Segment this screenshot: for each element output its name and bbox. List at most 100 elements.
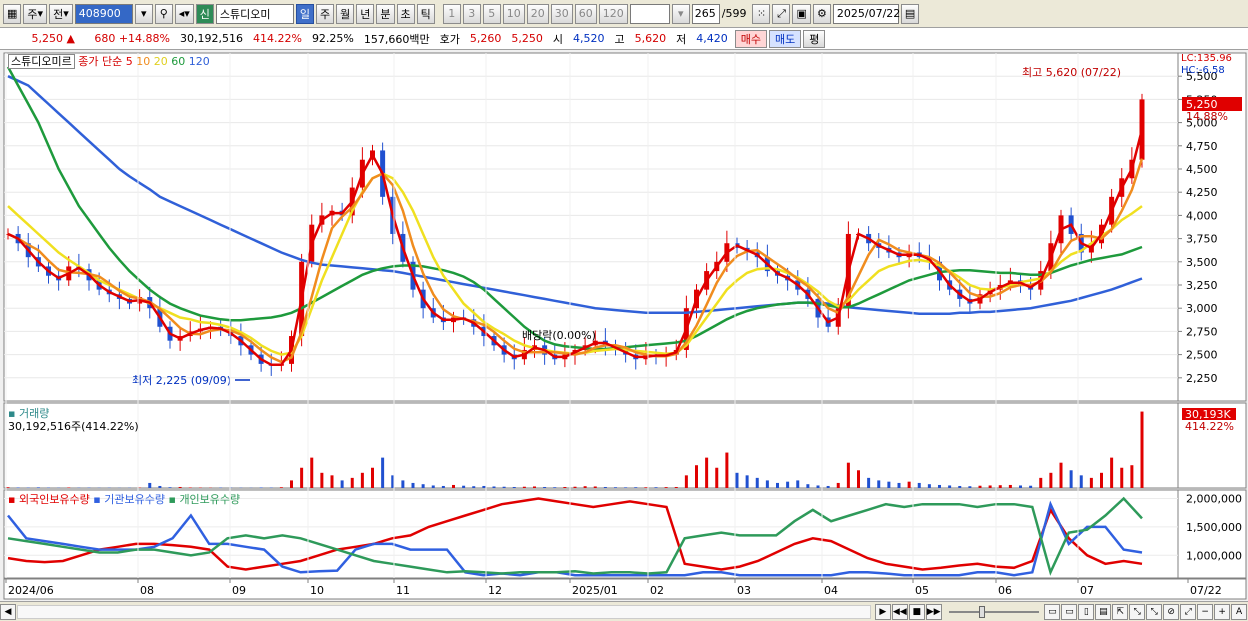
volume-bar bbox=[502, 486, 506, 488]
tool-icon-5[interactable]: ⤢ bbox=[1180, 603, 1197, 620]
zoom-slider[interactable] bbox=[948, 605, 1039, 618]
volume-bar bbox=[705, 457, 709, 488]
save-icon[interactable]: ▣ bbox=[792, 3, 811, 24]
volume-bar bbox=[806, 484, 810, 488]
zoom-out-icon[interactable]: − bbox=[1197, 603, 1214, 620]
zoom-slider-handle[interactable] bbox=[978, 605, 985, 618]
zoom-in-icon[interactable]: + bbox=[1214, 603, 1231, 620]
stock-code-input[interactable]: 408900 bbox=[74, 3, 133, 24]
volume-ratio: 414.22% bbox=[252, 32, 302, 45]
volume-bar bbox=[695, 465, 698, 488]
period-week[interactable]: 주 bbox=[316, 3, 335, 24]
chart-canvas[interactable]: 5,5005,2505,0004,7504,5004,2504,0003,750… bbox=[0, 51, 1248, 601]
interval-1[interactable]: 1 bbox=[442, 3, 461, 24]
volume-bar bbox=[1049, 472, 1053, 488]
volume-bar bbox=[593, 486, 597, 488]
tool-icon-3[interactable]: ⤡ bbox=[1146, 603, 1163, 620]
sound-icon[interactable]: ◂▾ bbox=[174, 3, 194, 24]
high-annotation: 최고 5,620 (07/22) bbox=[1022, 66, 1121, 79]
sell-button[interactable]: 매도 bbox=[769, 29, 802, 48]
font-size-icon[interactable]: A bbox=[1231, 603, 1248, 620]
rewind-icon[interactable]: ◀◀ bbox=[891, 603, 908, 620]
grid-icon[interactable]: ⁙ bbox=[752, 3, 771, 24]
volume-bar bbox=[563, 486, 567, 488]
period-second[interactable]: 초 bbox=[396, 3, 415, 24]
bottom-bar: ◀ ▶ ◀◀ ■ ▶▶ ▭ ▭ ▯ ▤ ⇱ ⤡ ⤡ ⊘ ⤢ − + A bbox=[0, 601, 1248, 621]
volume-bar bbox=[431, 485, 435, 488]
layout-icon-2[interactable]: ▭ bbox=[1061, 603, 1078, 620]
volume-bar bbox=[543, 486, 547, 488]
total-count: /599 bbox=[721, 7, 747, 20]
interval-3[interactable]: 3 bbox=[462, 3, 481, 24]
chart-type-icon[interactable]: ▦ bbox=[3, 3, 22, 24]
x-tick-label: 12 bbox=[488, 584, 502, 597]
tool-icon-1[interactable]: ⇱ bbox=[1112, 603, 1129, 620]
period-month[interactable]: 월 bbox=[336, 3, 355, 24]
interval-custom-input[interactable] bbox=[629, 3, 670, 24]
interval-5[interactable]: 5 bbox=[482, 3, 501, 24]
volume-legend-value: 30,192,516주(414.22%) bbox=[8, 420, 139, 433]
interval-120[interactable]: 120 bbox=[598, 3, 628, 24]
period-day[interactable]: 일 bbox=[295, 3, 315, 24]
volume-bar bbox=[978, 485, 982, 488]
ma5-label: 5 bbox=[125, 55, 133, 68]
volume-bar bbox=[371, 467, 374, 488]
period-tick[interactable]: 틱 bbox=[416, 3, 435, 24]
interval-dropdown-icon[interactable]: ▾ bbox=[671, 3, 690, 24]
gear-icon[interactable]: ⚙ bbox=[812, 3, 831, 24]
volume-bar bbox=[1039, 477, 1043, 488]
interval-20[interactable]: 20 bbox=[526, 3, 549, 24]
search-icon[interactable]: ⚲ bbox=[154, 3, 173, 24]
low-label: 저 bbox=[676, 32, 687, 46]
draw-tool-icon[interactable]: ⤢ bbox=[772, 3, 791, 24]
volume-bar bbox=[624, 487, 628, 488]
ma-label: 종가 단순 bbox=[78, 55, 123, 68]
tool-icon-2[interactable]: ⤡ bbox=[1129, 603, 1146, 620]
volume-bar bbox=[158, 485, 162, 488]
volume-bar bbox=[1130, 465, 1134, 488]
interval-60[interactable]: 60 bbox=[574, 3, 597, 24]
volume-bar bbox=[1019, 485, 1022, 488]
buy-button[interactable]: 매수 bbox=[734, 29, 767, 48]
volume-bar bbox=[310, 457, 314, 488]
calendar-icon[interactable]: ▤ bbox=[900, 3, 920, 24]
prev-button[interactable]: 전 ▾ bbox=[49, 3, 73, 24]
tool-icon-4[interactable]: ⊘ bbox=[1163, 603, 1180, 620]
volume-bar bbox=[715, 467, 719, 488]
period-year[interactable]: 년 bbox=[356, 3, 375, 24]
price-tick-label: 4,000 bbox=[1186, 209, 1218, 222]
x-tick-label: 06 bbox=[998, 584, 1012, 597]
stop-icon[interactable]: ■ bbox=[908, 603, 925, 620]
volume-bar bbox=[867, 477, 871, 488]
toolbar: ▦ 주 ▾ 전 ▾ 408900 ▾ ⚲ ◂▾ 신 스튜디오미 일 주 월 년 분 … bbox=[0, 0, 1248, 28]
volume-bar bbox=[330, 475, 334, 488]
chart-area[interactable]: 5,5005,2505,0004,7504,5004,2504,0003,750… bbox=[0, 51, 1248, 601]
avg-button[interactable]: 평 bbox=[803, 29, 826, 48]
volume-bar bbox=[917, 482, 921, 488]
count-input[interactable]: 265 bbox=[691, 3, 720, 24]
volume-bar bbox=[6, 487, 10, 488]
fast-forward-icon[interactable]: ▶▶ bbox=[925, 603, 942, 620]
volume-bar bbox=[1008, 484, 1012, 488]
volume-bar bbox=[948, 485, 952, 488]
layout-icon-4[interactable]: ▤ bbox=[1095, 603, 1112, 620]
type-select[interactable]: 주 ▾ bbox=[23, 3, 48, 24]
layout-icon-1[interactable]: ▭ bbox=[1044, 603, 1061, 620]
volume-bar bbox=[381, 457, 385, 488]
interval-30[interactable]: 30 bbox=[550, 3, 573, 24]
x-tick-label: 07 bbox=[1080, 584, 1094, 597]
period-minute[interactable]: 분 bbox=[376, 3, 395, 24]
layout-icon-3[interactable]: ▯ bbox=[1078, 603, 1095, 620]
stock-name-field[interactable]: 스튜디오미 bbox=[215, 3, 294, 24]
volume-bar bbox=[958, 485, 962, 488]
x-tick-label: 09 bbox=[232, 584, 246, 597]
price-tick-label: 4,250 bbox=[1186, 186, 1218, 199]
code-dropdown-icon[interactable]: ▾ bbox=[134, 3, 153, 24]
play-icon[interactable]: ▶ bbox=[874, 603, 891, 620]
scroll-left-icon[interactable]: ◀ bbox=[0, 603, 16, 620]
interval-10[interactable]: 10 bbox=[502, 3, 525, 24]
x-tick-label: 02 bbox=[650, 584, 664, 597]
date-input[interactable]: 2025/07/22 bbox=[832, 3, 900, 24]
horizontal-scrollbar[interactable] bbox=[16, 604, 871, 619]
volume-bar bbox=[846, 462, 850, 488]
